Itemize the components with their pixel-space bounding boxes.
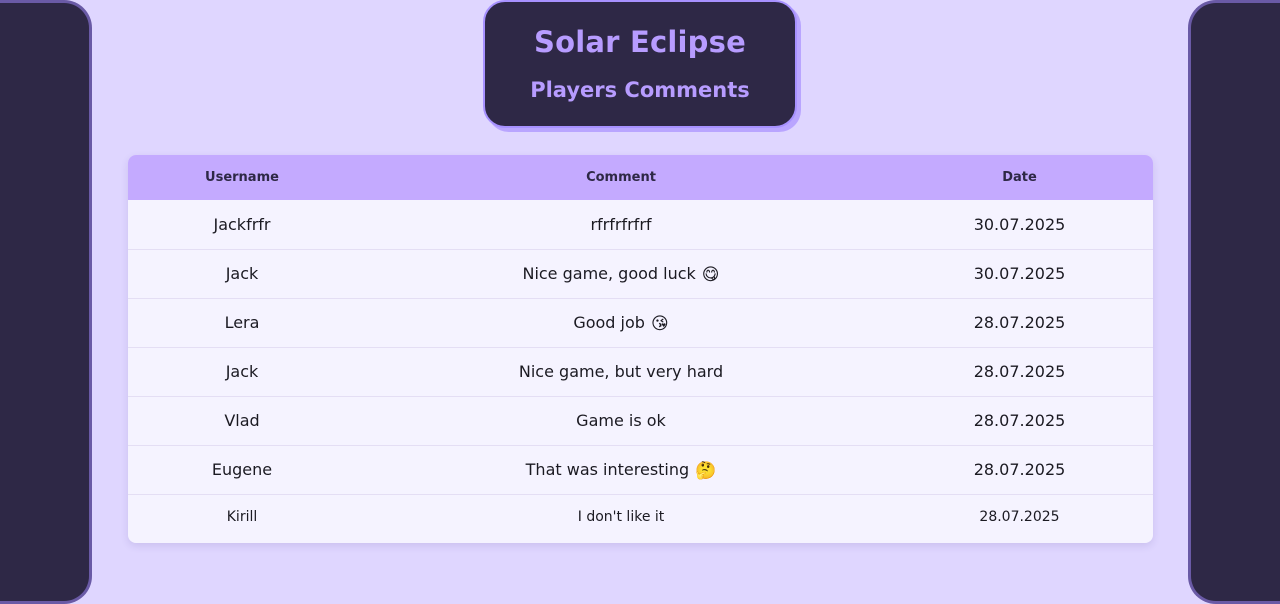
username-cell: Kirill xyxy=(226,509,258,526)
comments-table-card: Username Comment Date Jackfrfr rfrfrfrfr… xyxy=(128,155,1153,543)
table-row: Jack Nice game, good luck 😋 30.07.2025 xyxy=(128,249,1153,298)
table-row: Vlad Game is ok 28.07.2025 xyxy=(128,396,1153,445)
table-header-row: Username Comment Date xyxy=(128,155,1153,200)
comment-text: Nice game, good luck xyxy=(522,263,696,283)
comment-text: I don't like it xyxy=(577,509,665,526)
username-cell: Jack xyxy=(225,264,259,283)
table-row: Kirill I don't like it 28.07.2025 xyxy=(128,494,1153,540)
comment-text: Good job xyxy=(573,312,645,332)
comment-cell: Good job 😘 xyxy=(356,298,886,347)
date-cell: 28.07.2025 xyxy=(973,362,1066,381)
date-cell: 28.07.2025 xyxy=(979,509,1060,526)
date-cell: 30.07.2025 xyxy=(973,214,1066,234)
comment-cell: Game is ok xyxy=(356,396,886,445)
table-row: Eugene That was interesting 🤔 28.07.2025 xyxy=(128,445,1153,494)
comment-text: Game is ok xyxy=(576,411,666,430)
comment-cell: rfrfrfrfrf xyxy=(356,200,886,249)
date-cell: 30.07.2025 xyxy=(973,264,1066,283)
header-card: Solar Eclipse Players Comments xyxy=(483,0,797,128)
date-cell: 28.07.2025 xyxy=(973,313,1066,332)
date-cell: 28.07.2025 xyxy=(973,411,1066,430)
comment-text: rfrfrfrfrf xyxy=(590,214,652,234)
table-row: Lera Good job 😘 28.07.2025 xyxy=(128,298,1153,347)
column-header-username: Username xyxy=(205,170,279,185)
comment-cell: Nice game, good luck 😋 xyxy=(356,249,886,298)
kiss-emoji-icon: 😘 xyxy=(650,313,669,334)
username-cell: Lera xyxy=(224,313,260,332)
comment-cell: I don't like it xyxy=(356,494,886,540)
username-cell: Jackfrfr xyxy=(213,214,271,234)
left-side-panel xyxy=(0,0,92,604)
comment-text: Nice game, but very hard xyxy=(518,362,724,381)
comment-text: That was interesting xyxy=(525,459,690,479)
yum-emoji-icon: 😋 xyxy=(701,264,720,285)
column-header-comment: Comment xyxy=(586,170,656,185)
comments-table: Username Comment Date Jackfrfr rfrfrfrfr… xyxy=(128,155,1153,540)
date-cell: 28.07.2025 xyxy=(973,460,1066,479)
page-subtitle: Players Comments xyxy=(530,78,750,102)
username-cell: Eugene xyxy=(211,460,273,479)
comment-cell: Nice game, but very hard xyxy=(356,347,886,396)
username-cell: Vlad xyxy=(224,411,260,430)
game-title: Solar Eclipse xyxy=(534,25,746,59)
column-header-date: Date xyxy=(1002,170,1037,185)
username-cell: Jack xyxy=(225,362,259,381)
table-row: Jack Nice game, but very hard 28.07.2025 xyxy=(128,347,1153,396)
thinking-emoji-icon: 🤔 xyxy=(695,460,717,481)
right-side-panel xyxy=(1188,0,1280,604)
table-row: Jackfrfr rfrfrfrfrf 30.07.2025 xyxy=(128,200,1153,249)
comment-cell: That was interesting 🤔 xyxy=(356,445,886,494)
